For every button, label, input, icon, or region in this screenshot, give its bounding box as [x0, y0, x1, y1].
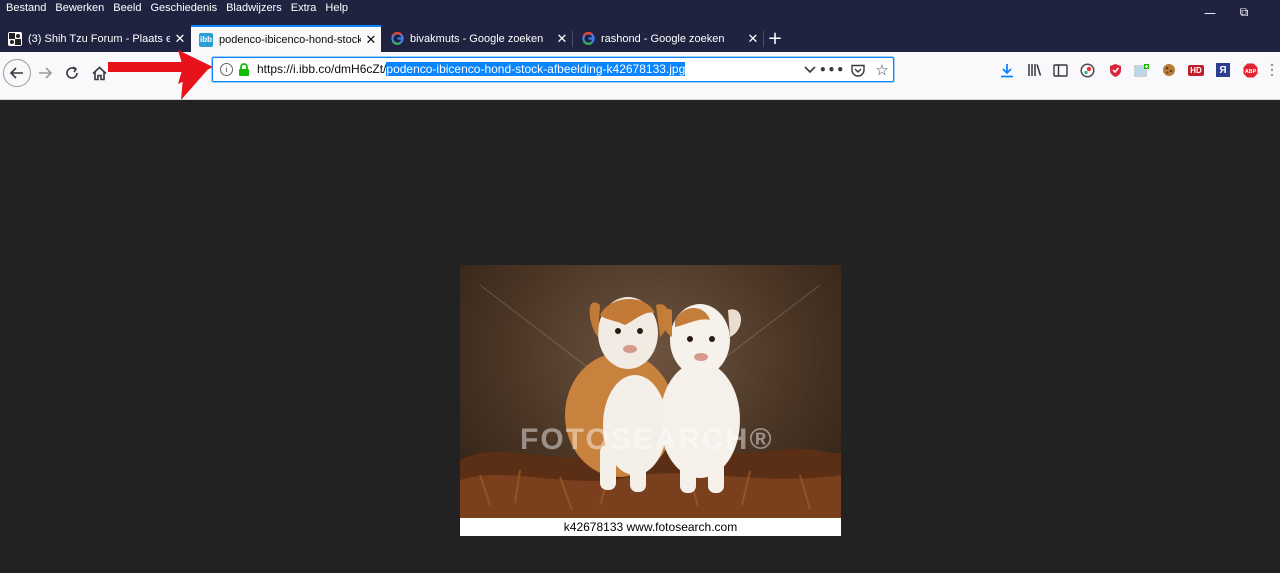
ext-abp-icon[interactable]: ABP	[1240, 60, 1260, 80]
page-content: FOTOSEARCH® k42678133 www.fotosearch.com	[0, 101, 1280, 573]
forum-icon	[8, 31, 22, 46]
restore-button[interactable]: ⧉	[1224, 0, 1264, 25]
home-icon	[91, 65, 107, 80]
menu-geschiedenis[interactable]: Geschiedenis	[150, 2, 217, 14]
tab-shih-tzu-forum[interactable]: (3) Shih Tzu Forum - Plaats een ✕	[0, 25, 190, 52]
tab-close-icon[interactable]: ✕	[743, 31, 763, 47]
pocket-icon[interactable]	[849, 61, 867, 79]
menu-extra[interactable]: Extra	[291, 2, 317, 14]
google-icon	[581, 32, 595, 46]
download-icon[interactable]	[997, 60, 1017, 80]
ext-cookie-icon[interactable]	[1159, 60, 1179, 80]
ext-yandex-icon[interactable]: Я	[1213, 60, 1233, 80]
page-actions-icon[interactable]: •••	[819, 61, 844, 79]
tab-close-icon[interactable]: ✕	[552, 31, 572, 47]
puppies-image: FOTOSEARCH®	[460, 265, 841, 518]
back-arrow-icon	[10, 67, 23, 79]
tab-label: (3) Shih Tzu Forum - Plaats een	[28, 32, 170, 45]
new-tab-button[interactable]: +	[764, 25, 786, 52]
svg-text:ABP: ABP	[1244, 69, 1256, 75]
menu-bar: Bestand Bewerken Beeld Geschiedenis Blad…	[6, 2, 357, 14]
info-icon[interactable]: i	[220, 63, 233, 76]
ext-hd-icon[interactable]: HD	[1186, 60, 1206, 80]
tab-bivakmuts[interactable]: bivakmuts - Google zoeken ✕	[382, 25, 572, 52]
watermark-text: FOTOSEARCH®	[520, 423, 774, 456]
url-selected: podenco-ibicenco-hond-stock-afbeelding-k…	[386, 62, 686, 76]
title-bar: Bestand Bewerken Beeld Geschiedenis Blad…	[0, 0, 1280, 25]
tab-label: podenco-ibicenco-hond-stock-	[219, 33, 361, 46]
menu-help[interactable]: Help	[325, 2, 348, 14]
menu-bladwijzers[interactable]: Bladwijzers	[226, 2, 282, 14]
tab-close-icon[interactable]: ✕	[361, 32, 381, 48]
bookmark-star-icon[interactable]: ☆	[873, 61, 891, 79]
tab-podenco[interactable]: ibb podenco-ibicenco-hond-stock- ✕	[191, 25, 381, 52]
ext-screenshot-icon[interactable]	[1132, 60, 1152, 80]
tab-label: bivakmuts - Google zoeken	[410, 32, 544, 45]
ibb-icon: ibb	[199, 32, 213, 47]
lock-icon[interactable]	[238, 63, 250, 77]
forward-arrow-icon	[39, 67, 52, 79]
menu-bestand[interactable]: Bestand	[6, 2, 46, 14]
menu-beeld[interactable]: Beeld	[113, 2, 141, 14]
url-prefix: https://i.ibb.co/dmH6cZt/	[257, 62, 387, 76]
forward-button[interactable]	[31, 59, 59, 87]
menu-bewerken[interactable]: Bewerken	[55, 2, 104, 14]
tab-rashond[interactable]: rashond - Google zoeken ✕	[573, 25, 763, 52]
dog-photo[interactable]: FOTOSEARCH® k42678133 www.fotosearch.com	[460, 265, 841, 536]
image-caption: k42678133 www.fotosearch.com	[460, 518, 841, 536]
ext-1-icon[interactable]	[1077, 60, 1097, 80]
sidebar-icon[interactable]	[1050, 60, 1070, 80]
overflow-icon[interactable]	[1266, 60, 1278, 80]
url-text[interactable]: https://i.ibb.co/dmH6cZt/podenco-ibicenc…	[257, 62, 686, 76]
reload-button[interactable]	[58, 59, 86, 87]
tab-strip: (3) Shih Tzu Forum - Plaats een ✕ ibb po…	[0, 25, 1280, 52]
reload-icon	[66, 66, 78, 79]
ext-shield-icon[interactable]	[1105, 60, 1125, 80]
back-button[interactable]	[3, 59, 31, 87]
chevron-down-icon[interactable]	[801, 61, 819, 79]
tab-label: rashond - Google zoeken	[601, 32, 725, 45]
red-arrow-annotation	[108, 50, 213, 100]
google-icon	[390, 32, 404, 46]
tab-close-icon[interactable]: ✕	[170, 31, 190, 47]
url-bar[interactable]: i https://i.ibb.co/dmH6cZt/podenco-ibice…	[212, 57, 894, 82]
puppies-illustration	[460, 284, 841, 518]
library-icon[interactable]	[1024, 60, 1044, 80]
